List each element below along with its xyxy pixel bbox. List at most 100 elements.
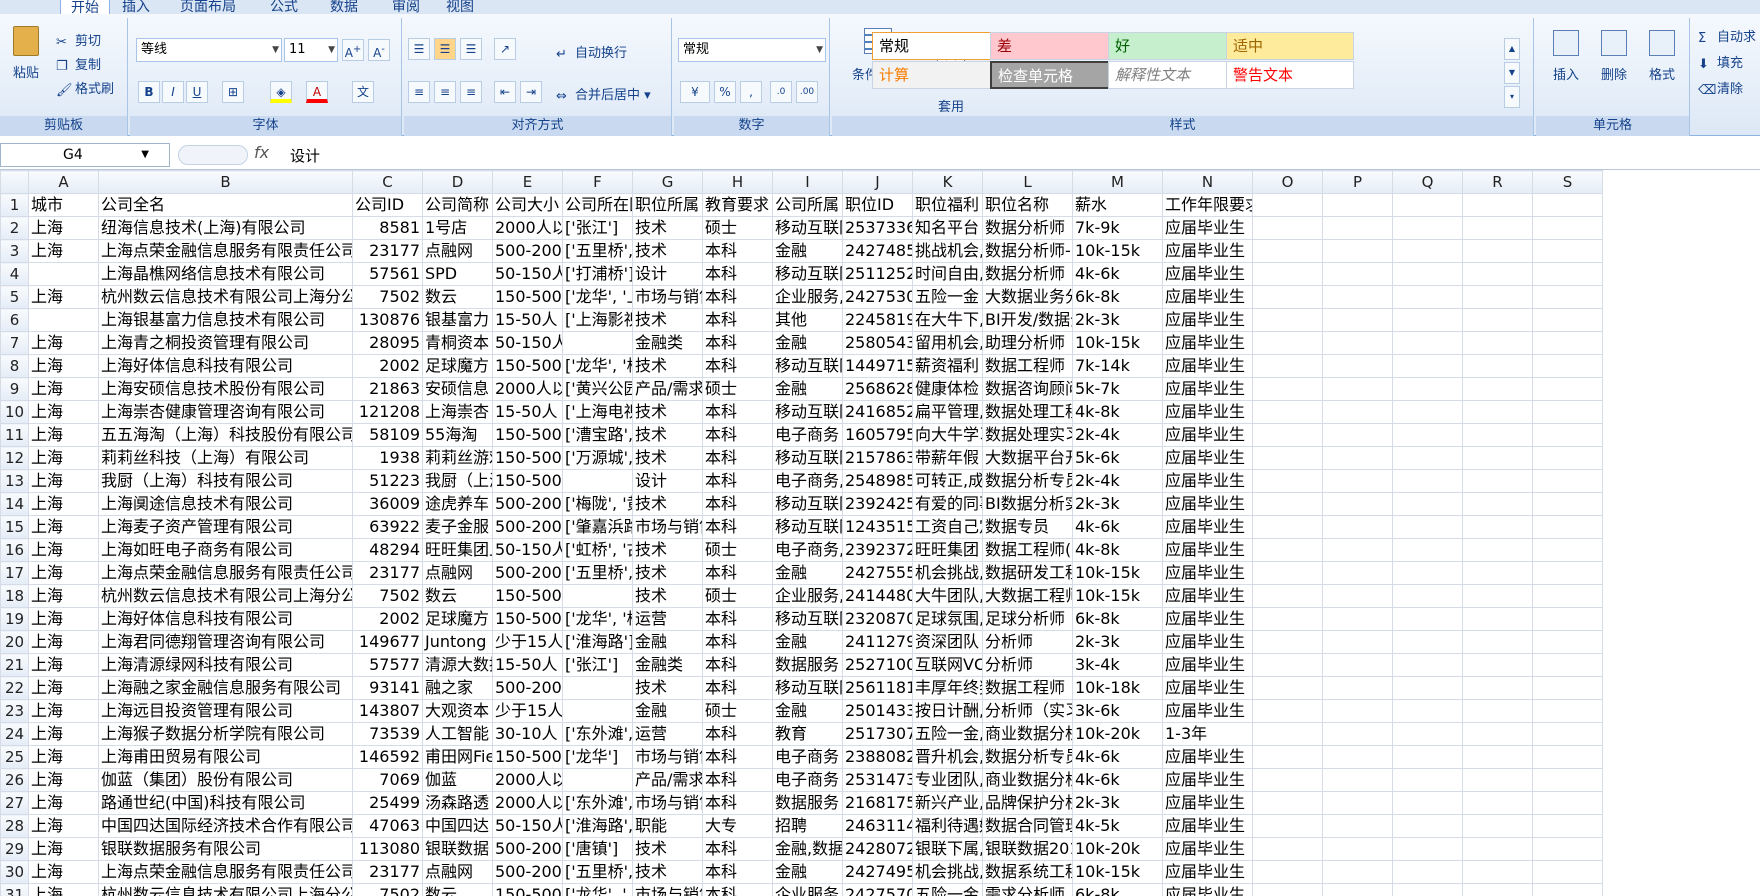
cell-I29[interactable]: 金融,数据 xyxy=(772,837,843,861)
cell-M3[interactable]: 10k-15k xyxy=(1072,239,1163,263)
cell-G4[interactable]: 设计 xyxy=(632,262,703,286)
cell-N10[interactable]: 应届毕业生 xyxy=(1162,400,1253,424)
cell-G20[interactable]: 金融 xyxy=(632,630,703,654)
cell-C9[interactable]: 21863 xyxy=(352,377,423,401)
cell-M25[interactable]: 4k-6k xyxy=(1072,745,1163,769)
cell-O8[interactable] xyxy=(1252,354,1323,378)
row-header[interactable]: 16 xyxy=(0,538,29,562)
cell-I25[interactable]: 电子商务 xyxy=(772,745,843,769)
cell-S22[interactable] xyxy=(1532,676,1603,700)
bold-button[interactable]: B xyxy=(138,81,160,103)
cell-B30[interactable]: 上海点荣金融信息服务有限责任公司 xyxy=(98,860,353,884)
cell-G13[interactable]: 设计 xyxy=(632,469,703,493)
cell-L13[interactable]: 数据分析专员 xyxy=(982,469,1073,493)
cell-D15[interactable]: 麦子金服 xyxy=(422,515,493,539)
cell-Q12[interactable] xyxy=(1392,446,1463,470)
cell-B27[interactable]: 路通世纪(中国)科技有限公司 xyxy=(98,791,353,815)
cell-C24[interactable]: 73539 xyxy=(352,722,423,746)
cell-K21[interactable]: 互联网VC xyxy=(912,653,983,677)
cell-D14[interactable]: 途虎养车 xyxy=(422,492,493,516)
cell-Q25[interactable] xyxy=(1392,745,1463,769)
cell-A31[interactable]: 上海 xyxy=(28,883,99,896)
cell-N18[interactable]: 应届毕业生 xyxy=(1162,584,1253,608)
align-right-button[interactable]: ≡ xyxy=(460,81,482,103)
cell-E5[interactable]: 150-500人 xyxy=(492,285,563,309)
tab-5[interactable]: 数据 xyxy=(330,0,358,14)
cell-J11[interactable]: 1605795 xyxy=(842,423,913,447)
cell-F20[interactable]: ['淮海路'] xyxy=(562,630,633,654)
cell-P22[interactable] xyxy=(1322,676,1393,700)
cell-L23[interactable]: 分析师（实习 xyxy=(982,699,1073,723)
cell-P1[interactable] xyxy=(1322,193,1393,217)
cell-J26[interactable]: 2531473 xyxy=(842,768,913,792)
delete-button[interactable]: 删除 xyxy=(1594,30,1634,83)
cell-E10[interactable]: 15-50人 xyxy=(492,400,563,424)
cell-R14[interactable] xyxy=(1462,492,1533,516)
cell-N16[interactable]: 应届毕业生 xyxy=(1162,538,1253,562)
cell-H19[interactable]: 本科 xyxy=(702,607,773,631)
cell-F4[interactable]: ['打浦桥'] xyxy=(562,262,633,286)
cell-B18[interactable]: 杭州数云信息技术有限公司上海分公 xyxy=(98,584,353,608)
cell-S11[interactable] xyxy=(1532,423,1603,447)
cell-E17[interactable]: 500-2000人 xyxy=(492,561,563,585)
cell-O1[interactable] xyxy=(1252,193,1323,217)
cell-R12[interactable] xyxy=(1462,446,1533,470)
cell-C12[interactable]: 1938 xyxy=(352,446,423,470)
cell-H22[interactable]: 本科 xyxy=(702,676,773,700)
cell-C20[interactable]: 149677 xyxy=(352,630,423,654)
cell-F10[interactable]: ['上海电视 xyxy=(562,400,633,424)
cell-P10[interactable] xyxy=(1322,400,1393,424)
cell-G25[interactable]: 市场与销售 xyxy=(632,745,703,769)
cell-Q3[interactable] xyxy=(1392,239,1463,263)
cell-Q14[interactable] xyxy=(1392,492,1463,516)
cell-A4[interactable] xyxy=(28,262,99,286)
cell-M11[interactable]: 2k-4k xyxy=(1072,423,1163,447)
cell-Q26[interactable] xyxy=(1392,768,1463,792)
cell-D8[interactable]: 足球魔方 xyxy=(422,354,493,378)
row-header[interactable]: 14 xyxy=(0,492,29,516)
cell-L4[interactable]: 数据分析师 xyxy=(982,262,1073,286)
cell-F15[interactable]: ['肇嘉浜路 xyxy=(562,515,633,539)
cell-R20[interactable] xyxy=(1462,630,1533,654)
cell-M6[interactable]: 2k-3k xyxy=(1072,308,1163,332)
cell-I17[interactable]: 金融 xyxy=(772,561,843,585)
cell-M10[interactable]: 4k-8k xyxy=(1072,400,1163,424)
cell-K5[interactable]: 五险一金 xyxy=(912,285,983,309)
cell-M16[interactable]: 4k-8k xyxy=(1072,538,1163,562)
cell-N12[interactable]: 应届毕业生 xyxy=(1162,446,1253,470)
cell-Q18[interactable] xyxy=(1392,584,1463,608)
increase-decimal-button[interactable]: .0 xyxy=(770,81,792,103)
cell-E26[interactable]: 2000人以上 xyxy=(492,768,563,792)
cell-C19[interactable]: 2002 xyxy=(352,607,423,631)
cell-J6[interactable]: 2245819 xyxy=(842,308,913,332)
cell-S31[interactable] xyxy=(1532,883,1603,896)
fill-button[interactable]: ⬇ 填充 xyxy=(1698,52,1743,72)
cell-M5[interactable]: 6k-8k xyxy=(1072,285,1163,309)
cell-M4[interactable]: 4k-6k xyxy=(1072,262,1163,286)
cell-D31[interactable]: 数云 xyxy=(422,883,493,896)
cell-F23[interactable] xyxy=(562,699,633,723)
cell-E15[interactable]: 500-2000人 xyxy=(492,515,563,539)
cell-C23[interactable]: 143807 xyxy=(352,699,423,723)
autosum-button[interactable]: Σ 自动求 xyxy=(1698,26,1756,46)
cell-G24[interactable]: 运营 xyxy=(632,722,703,746)
cell-C16[interactable]: 48294 xyxy=(352,538,423,562)
cell-M14[interactable]: 2k-3k xyxy=(1072,492,1163,516)
cell-M2[interactable]: 7k-9k xyxy=(1072,216,1163,240)
cell-P7[interactable] xyxy=(1322,331,1393,355)
cell-I13[interactable]: 电子商务, xyxy=(772,469,843,493)
cell-B13[interactable]: 我厨（上海）科技有限公司 xyxy=(98,469,353,493)
column-header[interactable]: N xyxy=(1162,170,1253,194)
cell-R31[interactable] xyxy=(1462,883,1533,896)
cell-F16[interactable]: ['虹桥', '古 xyxy=(562,538,633,562)
cell-D19[interactable]: 足球魔方 xyxy=(422,607,493,631)
cell-H8[interactable]: 本科 xyxy=(702,354,773,378)
cell-F19[interactable]: ['龙华', '楂 xyxy=(562,607,633,631)
cell-O7[interactable] xyxy=(1252,331,1323,355)
cell-K24[interactable]: 五险一金, xyxy=(912,722,983,746)
select-all-corner[interactable] xyxy=(0,170,29,194)
cell-R25[interactable] xyxy=(1462,745,1533,769)
align-center-button[interactable]: ≡ xyxy=(434,81,456,103)
cell-I1[interactable]: 公司所属 xyxy=(772,193,843,217)
align-top-button[interactable]: ☰ xyxy=(408,38,430,60)
